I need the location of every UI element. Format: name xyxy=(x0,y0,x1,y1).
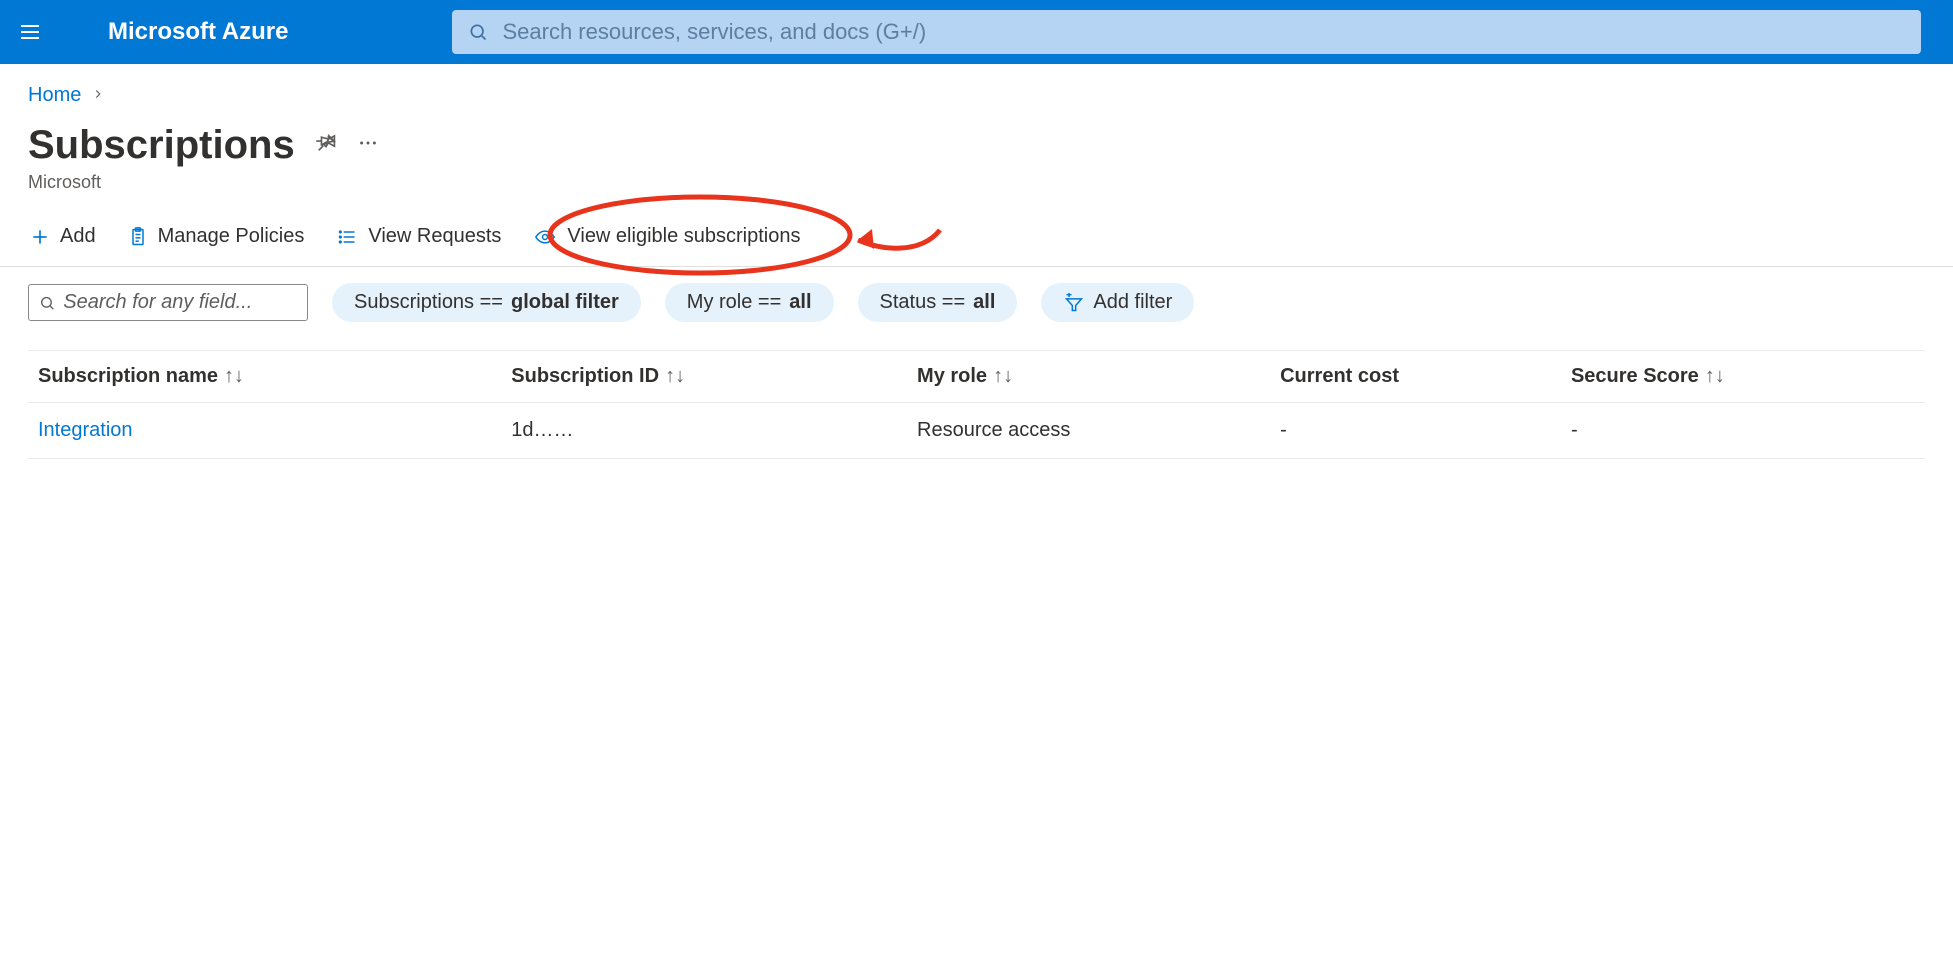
add-filter-button[interactable]: Add filter xyxy=(1041,283,1194,322)
hamburger-menu-button[interactable] xyxy=(16,18,44,46)
view-eligible-label: View eligible subscriptions xyxy=(567,225,800,248)
add-filter-label: Add filter xyxy=(1093,291,1172,314)
chevron-right-icon xyxy=(91,84,105,107)
filter-subscriptions-pill[interactable]: Subscriptions == global filter xyxy=(332,283,641,322)
filter-status-pill[interactable]: Status == all xyxy=(858,283,1018,322)
view-eligible-subscriptions-button[interactable]: View eligible subscriptions xyxy=(531,221,802,252)
filter-plus-icon xyxy=(1063,293,1085,313)
view-requests-label: View Requests xyxy=(368,225,501,248)
search-icon xyxy=(39,294,55,312)
filter-status-value: all xyxy=(973,291,995,314)
field-search-input[interactable] xyxy=(63,291,297,314)
plus-icon xyxy=(30,227,50,247)
filter-subscriptions-value: global filter xyxy=(511,291,619,314)
page-subtitle: Microsoft xyxy=(0,172,1953,211)
global-search-input[interactable] xyxy=(502,19,1905,45)
manage-policies-label: Manage Policies xyxy=(158,225,305,248)
table-row[interactable]: Integration 1d…… Resource access - - xyxy=(28,403,1925,459)
add-label: Add xyxy=(60,225,96,248)
list-icon xyxy=(336,227,358,247)
filter-status-label: Status == xyxy=(880,291,966,314)
brand-label[interactable]: Microsoft Azure xyxy=(108,18,288,46)
col-subscription-id[interactable]: Subscription ID↑↓ xyxy=(501,351,907,403)
field-search-box[interactable] xyxy=(28,284,308,321)
eye-icon xyxy=(533,227,557,247)
more-icon[interactable] xyxy=(357,132,379,159)
filter-role-label: My role == xyxy=(687,291,781,314)
manage-policies-button[interactable]: Manage Policies xyxy=(126,221,307,252)
pin-icon[interactable] xyxy=(315,132,337,159)
col-secure-score[interactable]: Secure Score↑↓ xyxy=(1561,351,1925,403)
sort-icon: ↑↓ xyxy=(1705,365,1725,387)
filter-row: Subscriptions == global filter My role =… xyxy=(0,267,1953,338)
breadcrumb-home-link[interactable]: Home xyxy=(28,84,81,107)
my-role-cell: Resource access xyxy=(907,403,1270,459)
subscription-id-cell: 1d…… xyxy=(501,403,907,459)
col-my-role[interactable]: My role↑↓ xyxy=(907,351,1270,403)
view-requests-button[interactable]: View Requests xyxy=(334,221,503,252)
add-button[interactable]: Add xyxy=(28,221,98,252)
command-toolbar: Add Manage Policies View Requests View e… xyxy=(0,211,1953,267)
col-current-cost[interactable]: Current cost xyxy=(1270,351,1561,403)
col-subscription-name[interactable]: Subscription name↑↓ xyxy=(28,351,501,403)
secure-score-cell: - xyxy=(1561,403,1925,459)
subscriptions-table-wrap: Subscription name↑↓ Subscription ID↑↓ My… xyxy=(0,338,1953,459)
sort-icon: ↑↓ xyxy=(224,365,244,387)
global-search-wrap xyxy=(452,10,1921,54)
sort-icon: ↑↓ xyxy=(993,365,1013,387)
sort-icon: ↑↓ xyxy=(665,365,685,387)
search-icon xyxy=(468,22,488,42)
page-header: Subscriptions xyxy=(0,115,1953,172)
filter-role-pill[interactable]: My role == all xyxy=(665,283,834,322)
breadcrumb: Home xyxy=(0,64,1953,115)
subscriptions-table: Subscription name↑↓ Subscription ID↑↓ My… xyxy=(28,350,1925,459)
current-cost-cell: - xyxy=(1270,403,1561,459)
subscription-name-link[interactable]: Integration xyxy=(38,419,133,441)
clipboard-icon xyxy=(128,227,148,247)
filter-subscriptions-label: Subscriptions == xyxy=(354,291,503,314)
page-title: Subscriptions xyxy=(28,123,295,168)
top-header: Microsoft Azure xyxy=(0,0,1953,64)
global-search-box[interactable] xyxy=(452,10,1921,54)
filter-role-value: all xyxy=(789,291,811,314)
